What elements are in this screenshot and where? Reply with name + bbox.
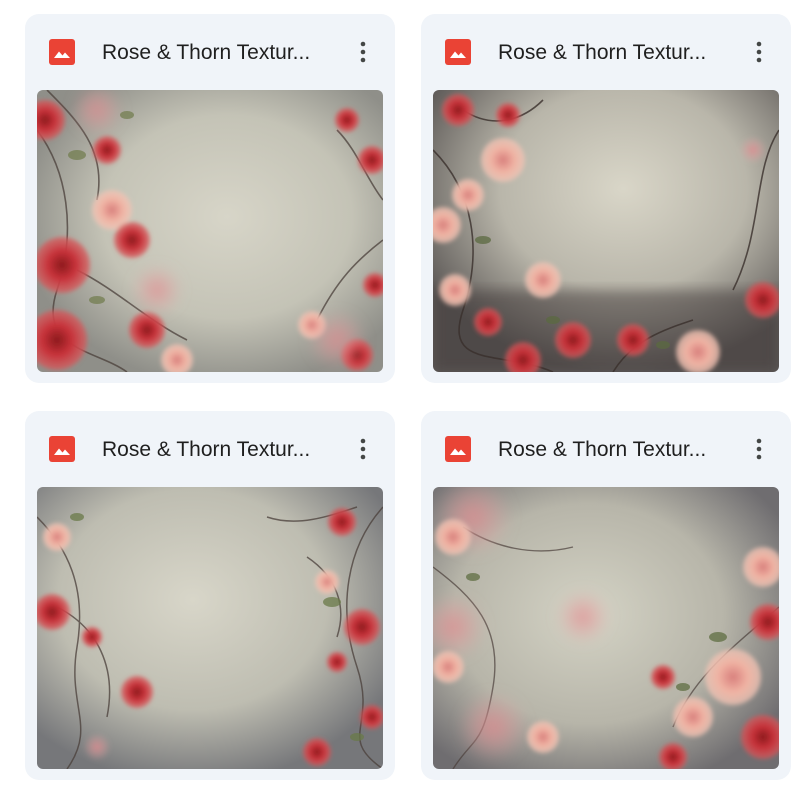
file-card[interactable]: Rose & Thorn Textur... xyxy=(25,14,395,383)
image-file-icon xyxy=(49,39,75,65)
more-actions-icon[interactable] xyxy=(741,431,777,467)
file-thumbnail[interactable] xyxy=(37,90,383,372)
file-card-header: Rose & Thorn Textur... xyxy=(25,411,395,487)
file-thumbnail[interactable] xyxy=(433,487,779,769)
file-card[interactable]: Rose & Thorn Textur... xyxy=(421,14,791,383)
more-actions-icon[interactable] xyxy=(741,34,777,70)
file-grid: Rose & Thorn Textur... Rose & Thorn Text… xyxy=(0,0,804,792)
image-file-icon xyxy=(49,436,75,462)
file-thumbnail[interactable] xyxy=(433,90,779,372)
more-actions-icon[interactable] xyxy=(345,431,381,467)
file-title[interactable]: Rose & Thorn Textur... xyxy=(102,436,342,464)
file-title[interactable]: Rose & Thorn Textur... xyxy=(498,436,738,464)
file-title[interactable]: Rose & Thorn Textur... xyxy=(498,39,738,67)
file-card-header: Rose & Thorn Textur... xyxy=(421,14,791,90)
image-file-icon xyxy=(445,39,471,65)
image-file-icon xyxy=(445,436,471,462)
more-actions-icon[interactable] xyxy=(345,34,381,70)
file-thumbnail[interactable] xyxy=(37,487,383,769)
file-card[interactable]: Rose & Thorn Textur... xyxy=(25,411,395,780)
file-card[interactable]: Rose & Thorn Textur... xyxy=(421,411,791,780)
file-card-header: Rose & Thorn Textur... xyxy=(25,14,395,90)
file-title[interactable]: Rose & Thorn Textur... xyxy=(102,39,342,67)
file-card-header: Rose & Thorn Textur... xyxy=(421,411,791,487)
